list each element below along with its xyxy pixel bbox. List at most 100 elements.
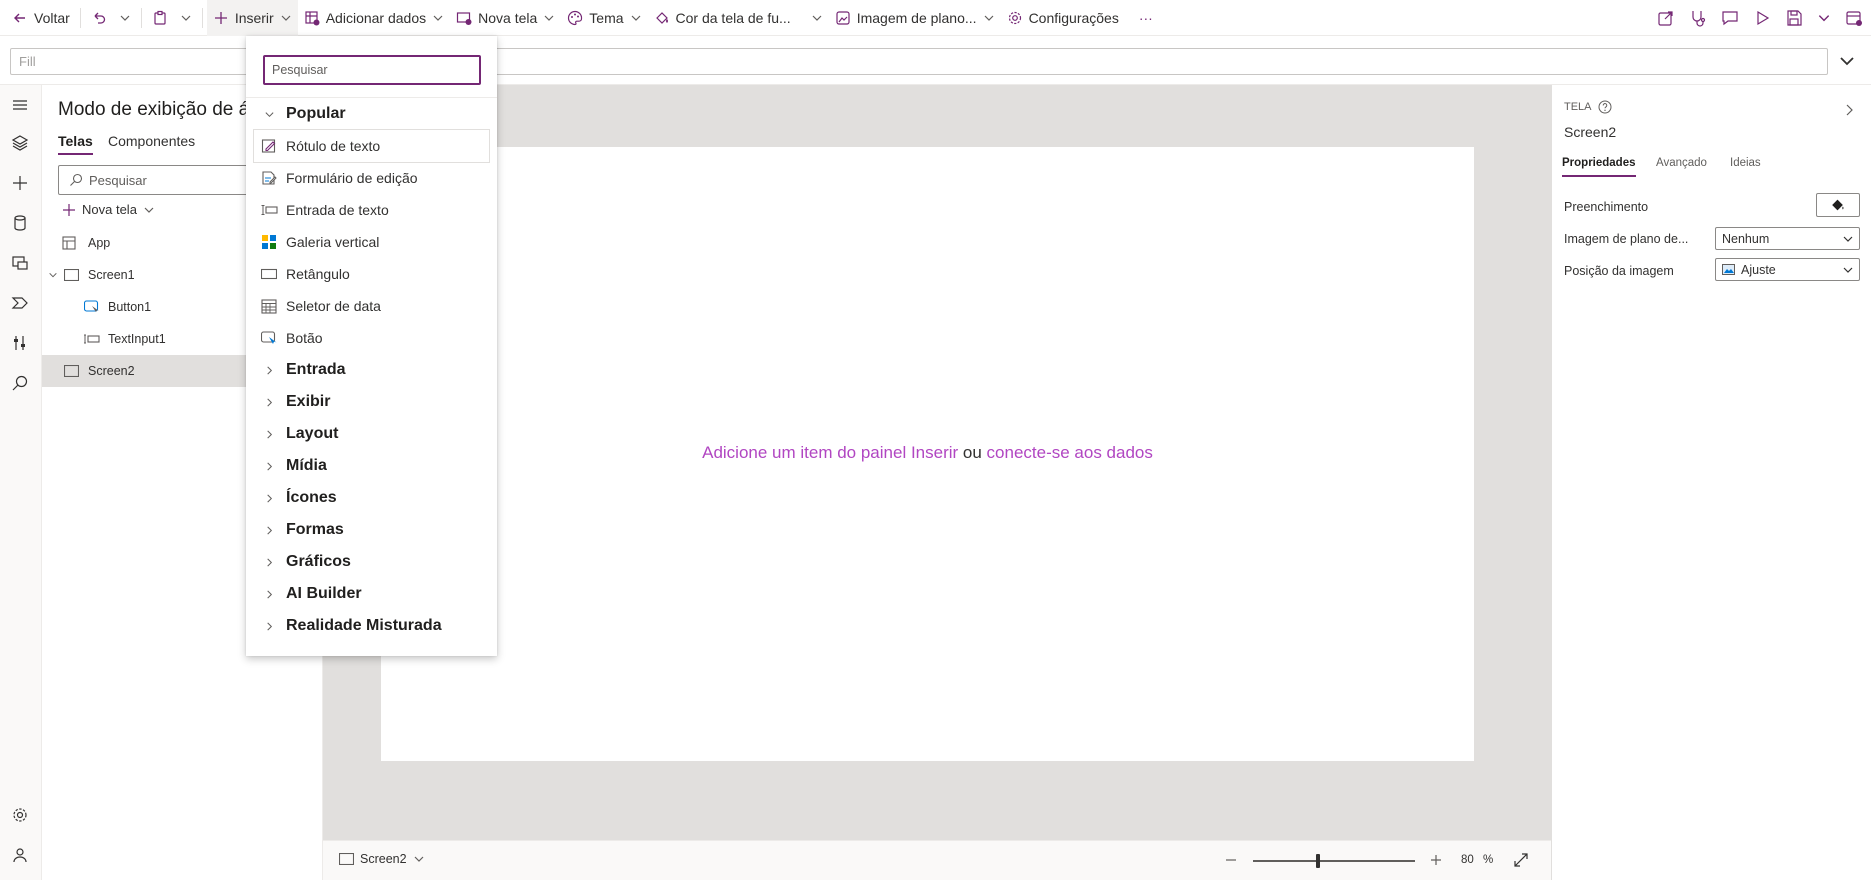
chevron-down-icon[interactable]: [1817, 11, 1831, 25]
insert-item-rectangle[interactable]: Retângulo: [246, 258, 497, 290]
new-screen-button[interactable]: Nova tela: [450, 0, 561, 36]
bg-image-button[interactable]: Imagem de plano...: [829, 0, 1001, 36]
category-popular[interactable]: Popular: [246, 98, 497, 130]
category-ai-builder[interactable]: AI Builder: [246, 578, 497, 610]
item-label: Formulário de edição: [286, 170, 418, 186]
tab-advanced[interactable]: Avançado: [1656, 157, 1707, 169]
tab-ideas[interactable]: Ideias: [1730, 157, 1761, 169]
bg-image-label: Imagem de plano...: [856, 9, 977, 26]
insert-plus-icon[interactable]: [8, 171, 32, 195]
hamburger-icon[interactable]: [8, 93, 32, 117]
text-label-icon: [260, 137, 278, 155]
category-shapes[interactable]: Formas: [246, 514, 497, 546]
share-icon[interactable]: [1657, 9, 1675, 27]
power-automate-icon[interactable]: [8, 291, 32, 315]
app-checker-icon[interactable]: [1689, 9, 1707, 27]
chevron-down-icon: [260, 105, 278, 123]
zoom-in-icon[interactable]: [1430, 854, 1442, 866]
screen-icon: [64, 365, 79, 377]
search-placeholder: Pesquisar: [89, 172, 147, 188]
tree-view-icon[interactable]: [8, 131, 32, 155]
insert-item-vertical-gallery[interactable]: Galeria vertical: [246, 226, 497, 258]
paste-dropdown[interactable]: [174, 0, 198, 36]
category-charts[interactable]: Gráficos: [246, 546, 497, 578]
comments-icon[interactable]: [1721, 9, 1739, 27]
new-screen-button[interactable]: Nova tela: [62, 202, 155, 217]
chevron-down-icon[interactable]: [1838, 52, 1856, 70]
settings-button[interactable]: Configurações: [1001, 0, 1125, 36]
insert-button[interactable]: Inserir: [206, 0, 298, 36]
zoom-slider-thumb[interactable]: [1315, 854, 1320, 868]
image-position-label: Posição da imagem: [1564, 264, 1674, 278]
category-label: Mídia: [286, 457, 327, 474]
screen-selector[interactable]: Screen2: [339, 852, 425, 866]
fill-color-picker[interactable]: [1816, 193, 1860, 217]
media-icon[interactable]: [8, 251, 32, 275]
canvas-bottom-bar: Screen2 80 %: [323, 840, 1551, 880]
insert-search-input[interactable]: Pesquisar: [263, 55, 481, 85]
tab-screens[interactable]: Telas: [58, 133, 93, 155]
tree-item-label: Screen2: [88, 364, 135, 378]
image-position-select[interactable]: Ajuste: [1715, 258, 1860, 281]
insert-item-date-picker[interactable]: Seletor de data: [246, 290, 497, 322]
connect-data-link[interactable]: conecte-se aos dados: [987, 443, 1153, 462]
image-position-value: Ajuste: [1741, 262, 1776, 277]
undo-dropdown[interactable]: [113, 0, 137, 36]
zoom-value: 80: [1461, 854, 1474, 866]
chevron-right-icon: [260, 585, 278, 603]
category-mixed-reality[interactable]: Realidade Misturada: [246, 610, 497, 642]
category-display[interactable]: Exibir: [246, 386, 497, 418]
item-label: Entrada de texto: [286, 202, 389, 218]
chevron-down-icon: [280, 12, 292, 24]
database-icon[interactable]: [8, 211, 32, 235]
bg-color-button[interactable]: Cor da tela de fu...: [648, 0, 829, 36]
paint-bucket-icon: [1831, 198, 1845, 212]
virtual-agent-icon[interactable]: [8, 843, 32, 867]
clipboard-icon: [152, 10, 168, 26]
chevron-right-icon: [260, 553, 278, 571]
insert-pane-link[interactable]: Adicione um item do painel Inserir: [702, 443, 958, 462]
more-button[interactable]: ···: [1125, 0, 1159, 36]
chevron-down-icon: [143, 204, 155, 216]
chevron-down-icon: [811, 12, 823, 24]
insert-item-text-label[interactable]: Rótulo de texto: [253, 129, 490, 163]
add-data-button[interactable]: Adicionar dados: [298, 0, 450, 36]
tab-properties[interactable]: Propriedades: [1562, 157, 1636, 177]
fit-to-window-icon[interactable]: [1513, 852, 1529, 868]
category-media[interactable]: Mídia: [246, 450, 497, 482]
category-label: Exibir: [286, 393, 331, 410]
bg-color-label: Cor da tela de fu...: [675, 9, 791, 26]
help-icon[interactable]: [1598, 100, 1612, 114]
undo-button[interactable]: [85, 0, 113, 36]
gallery-icon: [260, 233, 278, 251]
chevron-right-icon: [260, 425, 278, 443]
bg-image-value: Nenhum: [1722, 231, 1770, 246]
zoom-out-icon[interactable]: [1225, 854, 1237, 866]
screen-icon: [339, 853, 354, 865]
category-icons[interactable]: Ícones: [246, 482, 497, 514]
section-header: TELA: [1564, 100, 1612, 114]
chevron-right-icon[interactable]: [1842, 103, 1856, 117]
insert-item-button[interactable]: Botão: [246, 322, 497, 354]
settings-gear-icon[interactable]: [8, 803, 32, 827]
category-input[interactable]: Entrada: [246, 354, 497, 386]
theme-button[interactable]: Tema: [561, 0, 647, 36]
category-layout[interactable]: Layout: [246, 418, 497, 450]
screen-canvas[interactable]: Adicione um item do painel Inserir ou co…: [381, 147, 1474, 761]
insert-item-text-input[interactable]: Entrada de texto: [246, 194, 497, 226]
text-input-icon: [84, 333, 100, 345]
item-label: Rótulo de texto: [286, 138, 381, 154]
publish-icon[interactable]: [1845, 9, 1863, 27]
back-button[interactable]: Voltar: [0, 0, 76, 36]
variables-icon[interactable]: [8, 331, 32, 355]
bg-image-select[interactable]: Nenhum: [1715, 227, 1860, 250]
canvas-area: Adicione um item do painel Inserir ou co…: [323, 85, 1551, 840]
save-icon[interactable]: [1785, 9, 1803, 27]
chevron-down-icon[interactable]: [48, 270, 58, 280]
zoom-slider-track[interactable]: [1253, 860, 1415, 862]
play-icon[interactable]: [1753, 9, 1771, 27]
insert-item-edit-form[interactable]: Formulário de edição: [246, 162, 497, 194]
tab-components[interactable]: Componentes: [108, 133, 195, 149]
paste-button[interactable]: [146, 0, 174, 36]
search-icon[interactable]: [8, 371, 32, 395]
